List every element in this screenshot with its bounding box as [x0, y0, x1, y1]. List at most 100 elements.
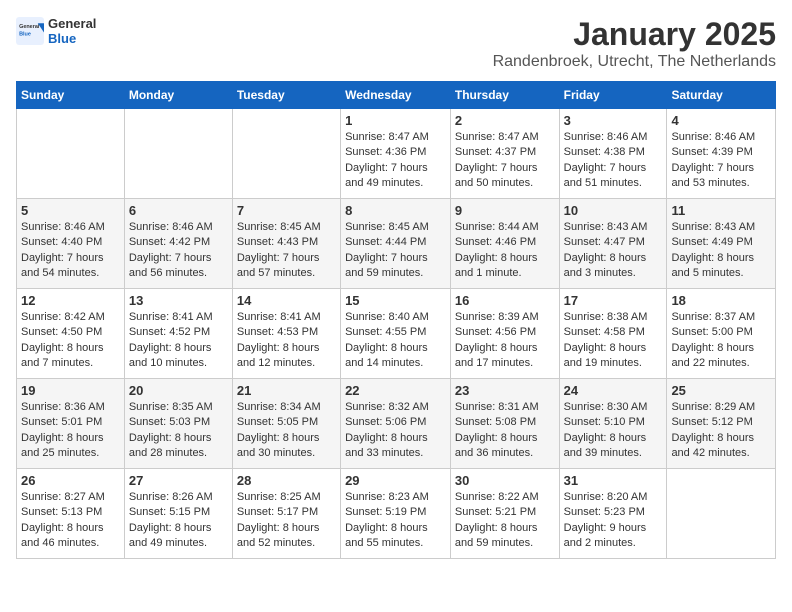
day-number: 14: [237, 293, 336, 308]
day-number: 13: [129, 293, 228, 308]
calendar-cell: [232, 109, 340, 199]
col-header-wednesday: Wednesday: [341, 82, 451, 109]
week-row-2: 5 Sunrise: 8:46 AM Sunset: 4:40 PM Daylig…: [17, 199, 776, 289]
day-number: 25: [671, 383, 771, 398]
day-info: Sunrise: 8:20 AM Sunset: 5:23 PM Dayligh…: [564, 490, 663, 552]
day-number: 3: [564, 113, 663, 128]
calendar-cell: 24 Sunrise: 8:30 AM Sunset: 5:10 PM Dayli…: [559, 379, 667, 469]
day-info: Sunrise: 8:42 AM Sunset: 4:50 PM Dayligh…: [21, 310, 120, 372]
day-info: Sunrise: 8:45 AM Sunset: 4:43 PM Dayligh…: [237, 220, 336, 282]
day-info: Sunrise: 8:22 AM Sunset: 5:21 PM Dayligh…: [455, 490, 555, 552]
calendar-cell: 11Sunrise: 8:43 AM Sunset: 4:49 PM Dayli…: [667, 199, 776, 289]
col-header-saturday: Saturday: [667, 82, 776, 109]
col-header-friday: Friday: [559, 82, 667, 109]
day-number: 9: [455, 203, 555, 218]
calendar-cell: 18 Sunrise: 8:37 AM Sunset: 5:00 PM Dayli…: [667, 289, 776, 379]
day-number: 16: [455, 293, 555, 308]
day-number: 8: [345, 203, 446, 218]
calendar-cell: 5 Sunrise: 8:46 AM Sunset: 4:40 PM Daylig…: [17, 199, 125, 289]
calendar-cell: 3 Sunrise: 8:46 AM Sunset: 4:38 PM Daylig…: [559, 109, 667, 199]
day-info: Sunrise: 8:36 AM Sunset: 5:01 PM Dayligh…: [21, 400, 120, 462]
day-info: Sunrise: 8:46 AM Sunset: 4:42 PM Dayligh…: [129, 220, 228, 282]
day-info: Sunrise: 8:35 AM Sunset: 5:03 PM Dayligh…: [129, 400, 228, 462]
day-number: 2: [455, 113, 555, 128]
day-number: 5: [21, 203, 120, 218]
day-info: Sunrise: 8:26 AM Sunset: 5:15 PM Dayligh…: [129, 490, 228, 552]
calendar-cell: 13 Sunrise: 8:41 AM Sunset: 4:52 PM Dayli…: [124, 289, 232, 379]
calendar-cell: 1Sunrise: 8:47 AM Sunset: 4:36 PM Daylig…: [341, 109, 451, 199]
calendar-cell: 6 Sunrise: 8:46 AM Sunset: 4:42 PM Daylig…: [124, 199, 232, 289]
svg-text:General: General: [19, 24, 40, 30]
day-number: 20: [129, 383, 228, 398]
day-info: Sunrise: 8:39 AM Sunset: 4:56 PM Dayligh…: [455, 310, 555, 372]
day-info: Sunrise: 8:27 AM Sunset: 5:13 PM Dayligh…: [21, 490, 120, 552]
calendar-cell: 7 Sunrise: 8:45 AM Sunset: 4:43 PM Daylig…: [232, 199, 340, 289]
day-info: Sunrise: 8:29 AM Sunset: 5:12 PM Dayligh…: [671, 400, 771, 462]
week-row-3: 12Sunrise: 8:42 AM Sunset: 4:50 PM Dayli…: [17, 289, 776, 379]
day-number: 24: [564, 383, 663, 398]
day-number: 18: [671, 293, 771, 308]
calendar-cell: 16 Sunrise: 8:39 AM Sunset: 4:56 PM Dayli…: [450, 289, 559, 379]
day-number: 27: [129, 473, 228, 488]
day-info: Sunrise: 8:32 AM Sunset: 5:06 PM Dayligh…: [345, 400, 446, 462]
day-number: 23: [455, 383, 555, 398]
col-header-thursday: Thursday: [450, 82, 559, 109]
calendar-cell: [124, 109, 232, 199]
calendar-cell: 8 Sunrise: 8:45 AM Sunset: 4:44 PM Daylig…: [341, 199, 451, 289]
calendar-cell: 21 Sunrise: 8:34 AM Sunset: 5:05 PM Dayli…: [232, 379, 340, 469]
day-number: 21: [237, 383, 336, 398]
calendar-cell: [17, 109, 125, 199]
logo: General Blue General Blue: [16, 16, 96, 46]
col-header-monday: Monday: [124, 82, 232, 109]
calendar-cell: 19Sunrise: 8:36 AM Sunset: 5:01 PM Dayli…: [17, 379, 125, 469]
day-info: Sunrise: 8:41 AM Sunset: 4:52 PM Dayligh…: [129, 310, 228, 372]
week-row-5: 26 Sunrise: 8:27 AM Sunset: 5:13 PM Dayli…: [17, 469, 776, 559]
day-info: Sunrise: 8:46 AM Sunset: 4:40 PM Dayligh…: [21, 220, 120, 282]
day-info: Sunrise: 8:46 AM Sunset: 4:38 PM Dayligh…: [564, 130, 663, 192]
calendar-cell: 27 Sunrise: 8:26 AM Sunset: 5:15 PM Dayli…: [124, 469, 232, 559]
day-info: Sunrise: 8:47 AM Sunset: 4:37 PM Dayligh…: [455, 130, 555, 192]
logo-blue-text: Blue: [48, 31, 96, 46]
day-info: Sunrise: 8:30 AM Sunset: 5:10 PM Dayligh…: [564, 400, 663, 462]
day-info: Sunrise: 8:47 AM Sunset: 4:36 PM Dayligh…: [345, 130, 446, 192]
calendar-cell: 17 Sunrise: 8:38 AM Sunset: 4:58 PM Dayli…: [559, 289, 667, 379]
calendar-cell: 14 Sunrise: 8:41 AM Sunset: 4:53 PM Dayli…: [232, 289, 340, 379]
calendar-cell: 26 Sunrise: 8:27 AM Sunset: 5:13 PM Dayli…: [17, 469, 125, 559]
logo-icon: General Blue: [16, 17, 44, 45]
calendar-cell: 23 Sunrise: 8:31 AM Sunset: 5:08 PM Dayli…: [450, 379, 559, 469]
calendar-cell: 10Sunrise: 8:43 AM Sunset: 4:47 PM Dayli…: [559, 199, 667, 289]
day-number: 15: [345, 293, 446, 308]
day-info: Sunrise: 8:34 AM Sunset: 5:05 PM Dayligh…: [237, 400, 336, 462]
day-info: Sunrise: 8:37 AM Sunset: 5:00 PM Dayligh…: [671, 310, 771, 372]
day-number: 17: [564, 293, 663, 308]
day-info: Sunrise: 8:46 AM Sunset: 4:39 PM Dayligh…: [671, 130, 771, 192]
day-number: 26: [21, 473, 120, 488]
calendar-table: SundayMondayTuesdayWednesdayThursdayFrid…: [16, 81, 776, 559]
col-header-sunday: Sunday: [17, 82, 125, 109]
calendar-cell: 4Sunrise: 8:46 AM Sunset: 4:39 PM Daylig…: [667, 109, 776, 199]
calendar-cell: 20 Sunrise: 8:35 AM Sunset: 5:03 PM Dayli…: [124, 379, 232, 469]
calendar-cell: 2 Sunrise: 8:47 AM Sunset: 4:37 PM Daylig…: [450, 109, 559, 199]
calendar-cell: 28Sunrise: 8:25 AM Sunset: 5:17 PM Dayli…: [232, 469, 340, 559]
day-info: Sunrise: 8:43 AM Sunset: 4:47 PM Dayligh…: [564, 220, 663, 282]
col-header-tuesday: Tuesday: [232, 82, 340, 109]
logo-general-text: General: [48, 16, 96, 31]
day-info: Sunrise: 8:23 AM Sunset: 5:19 PM Dayligh…: [345, 490, 446, 552]
day-info: Sunrise: 8:38 AM Sunset: 4:58 PM Dayligh…: [564, 310, 663, 372]
day-number: 11: [671, 203, 771, 218]
week-row-4: 19Sunrise: 8:36 AM Sunset: 5:01 PM Dayli…: [17, 379, 776, 469]
day-number: 6: [129, 203, 228, 218]
calendar-subtitle: Randenbroek, Utrecht, The Netherlands: [493, 53, 776, 71]
day-number: 7: [237, 203, 336, 218]
title-block: January 2025 Randenbroek, Utrecht, The N…: [493, 16, 776, 71]
svg-text:Blue: Blue: [19, 32, 31, 38]
day-info: Sunrise: 8:45 AM Sunset: 4:44 PM Dayligh…: [345, 220, 446, 282]
week-row-1: 1Sunrise: 8:47 AM Sunset: 4:36 PM Daylig…: [17, 109, 776, 199]
calendar-cell: [667, 469, 776, 559]
day-info: Sunrise: 8:44 AM Sunset: 4:46 PM Dayligh…: [455, 220, 555, 282]
day-info: Sunrise: 8:40 AM Sunset: 4:55 PM Dayligh…: [345, 310, 446, 372]
day-info: Sunrise: 8:31 AM Sunset: 5:08 PM Dayligh…: [455, 400, 555, 462]
calendar-cell: 22 Sunrise: 8:32 AM Sunset: 5:06 PM Dayli…: [341, 379, 451, 469]
day-info: Sunrise: 8:41 AM Sunset: 4:53 PM Dayligh…: [237, 310, 336, 372]
day-number: 22: [345, 383, 446, 398]
